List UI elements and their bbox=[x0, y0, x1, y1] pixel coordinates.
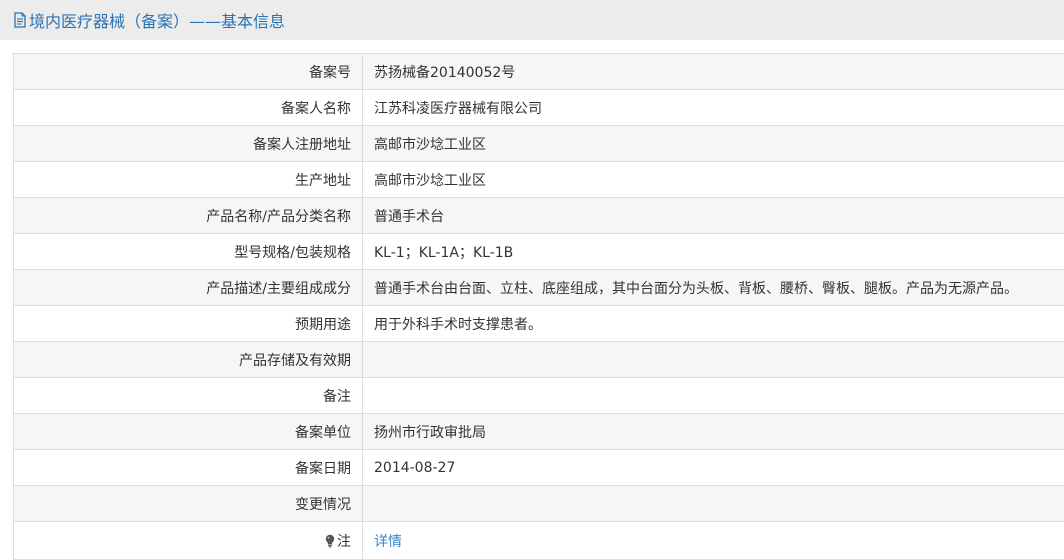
row-value: 高邮市沙埝工业区 bbox=[363, 126, 1064, 162]
row-label: 型号规格/包装规格 bbox=[14, 234, 363, 270]
row-label: 产品描述/主要组成成分 bbox=[14, 270, 363, 306]
row-value: 高邮市沙埝工业区 bbox=[363, 162, 1064, 198]
row-label: 备案号 bbox=[14, 54, 363, 90]
row-value: 用于外科手术时支撑患者。 bbox=[363, 306, 1064, 342]
note-label: 注 bbox=[337, 534, 351, 550]
details-link[interactable]: 详情 bbox=[374, 534, 402, 550]
row-label: 预期用途 bbox=[14, 306, 363, 342]
table-row: 预期用途 用于外科手术时支撑患者。 bbox=[14, 306, 1064, 342]
note-row: 注 详情 bbox=[14, 522, 1064, 560]
table-row: 产品存储及有效期 bbox=[14, 342, 1064, 378]
note-value-cell: 详情 bbox=[363, 522, 1064, 560]
row-label: 备案日期 bbox=[14, 450, 363, 486]
table-row: 型号规格/包装规格 KL-1；KL-1A；KL-1B bbox=[14, 234, 1064, 270]
row-label: 产品存储及有效期 bbox=[14, 342, 363, 378]
header-bar: 境内医疗器械（备案）——基本信息 bbox=[0, 0, 1064, 40]
row-label: 生产地址 bbox=[14, 162, 363, 198]
table-row: 产品名称/产品分类名称 普通手术台 bbox=[14, 198, 1064, 234]
page-title-text: 境内医疗器械（备案）——基本信息 bbox=[29, 8, 285, 32]
row-value: 普通手术台由台面、立柱、底座组成，其中台面分为头板、背板、腰桥、臀板、腿板。产品… bbox=[363, 270, 1064, 306]
row-value bbox=[363, 342, 1064, 378]
row-value: 普通手术台 bbox=[363, 198, 1064, 234]
info-table: 备案号 苏扬械备20140052号 备案人名称 江苏科凌医疗器械有限公司 备案人… bbox=[13, 53, 1064, 560]
table-row: 备案日期 2014-08-27 bbox=[14, 450, 1064, 486]
row-label: 备注 bbox=[14, 378, 363, 414]
row-label: 产品名称/产品分类名称 bbox=[14, 198, 363, 234]
row-value bbox=[363, 486, 1064, 522]
row-label: 备案人名称 bbox=[14, 90, 363, 126]
row-value: KL-1；KL-1A；KL-1B bbox=[363, 234, 1064, 270]
row-value: 扬州市行政审批局 bbox=[363, 414, 1064, 450]
table-row: 备案号 苏扬械备20140052号 bbox=[14, 54, 1064, 90]
lightbulb-icon bbox=[324, 534, 336, 548]
row-label: 备案人注册地址 bbox=[14, 126, 363, 162]
table-row: 备案人名称 江苏科凌医疗器械有限公司 bbox=[14, 90, 1064, 126]
table-row: 生产地址 高邮市沙埝工业区 bbox=[14, 162, 1064, 198]
row-value: 江苏科凌医疗器械有限公司 bbox=[363, 90, 1064, 126]
document-icon bbox=[13, 12, 27, 28]
table-row: 变更情况 bbox=[14, 486, 1064, 522]
row-value: 苏扬械备20140052号 bbox=[363, 54, 1064, 90]
table-row: 备案单位 扬州市行政审批局 bbox=[14, 414, 1064, 450]
row-value: 2014-08-27 bbox=[363, 450, 1064, 486]
table-row: 备注 bbox=[14, 378, 1064, 414]
row-value bbox=[363, 378, 1064, 414]
row-label: 变更情况 bbox=[14, 486, 363, 522]
row-label: 备案单位 bbox=[14, 414, 363, 450]
page-title: 境内医疗器械（备案）——基本信息 bbox=[0, 8, 285, 32]
table-row: 备案人注册地址 高邮市沙埝工业区 bbox=[14, 126, 1064, 162]
note-label-cell: 注 bbox=[14, 522, 363, 560]
table-row: 产品描述/主要组成成分 普通手术台由台面、立柱、底座组成，其中台面分为头板、背板… bbox=[14, 270, 1064, 306]
